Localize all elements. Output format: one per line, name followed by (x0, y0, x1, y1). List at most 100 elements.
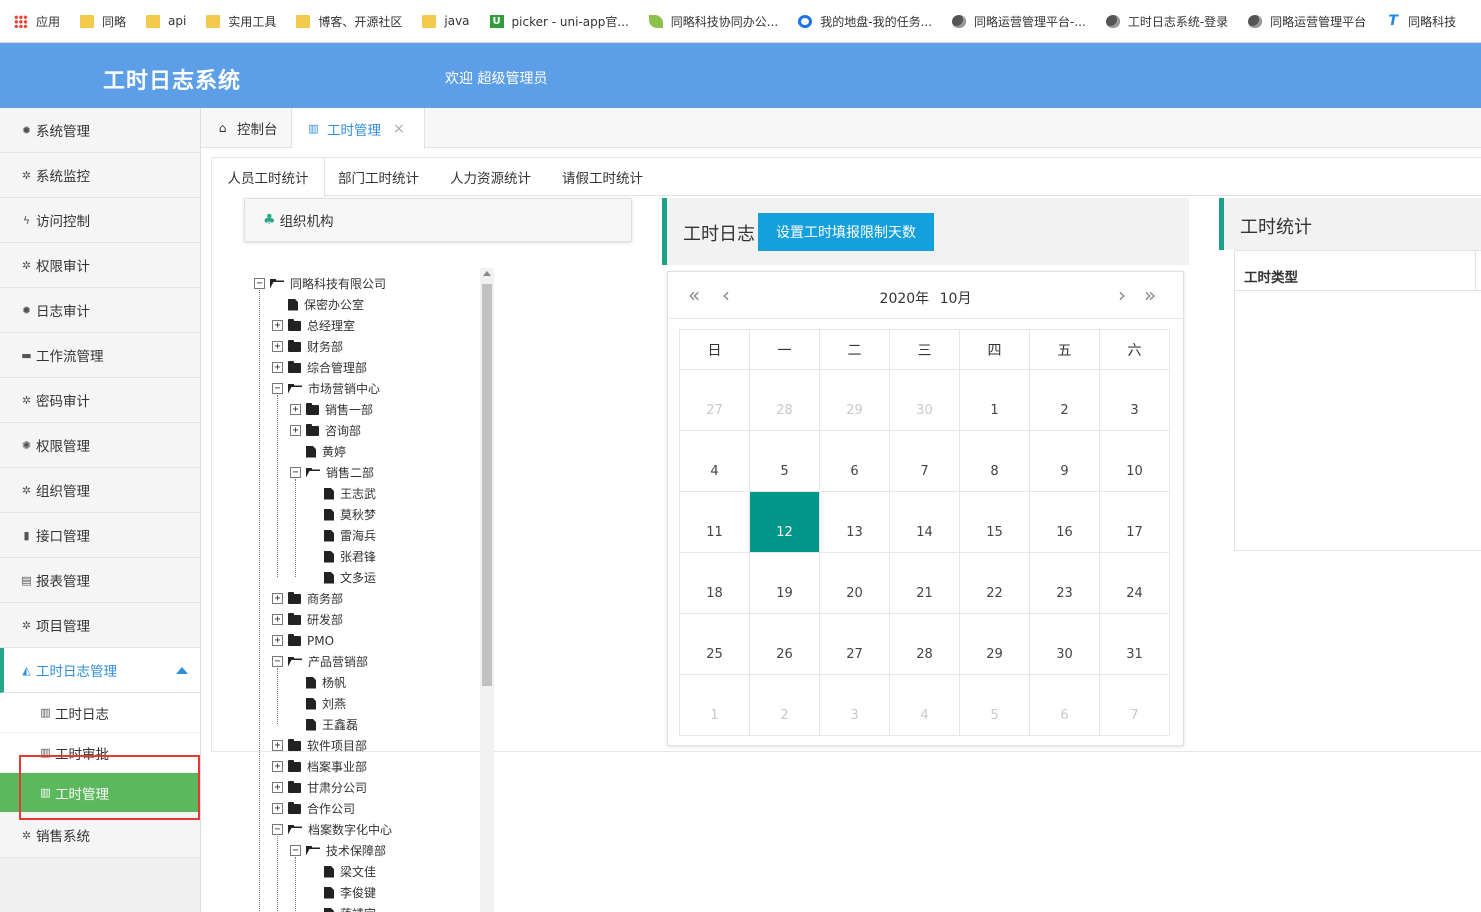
tree-node[interactable]: − 市场营销中心 (272, 378, 380, 399)
sidebar-item[interactable]: ✺ 权限管理 (0, 423, 200, 468)
calendar-year[interactable]: 2020年 (880, 291, 930, 307)
sidebar-item[interactable]: ▬ 工作流管理 (0, 333, 200, 378)
tree-node[interactable]: 莫秋梦 (308, 504, 376, 525)
calendar-day[interactable]: 20 (819, 552, 890, 614)
set-limit-days-button[interactable]: 设置工时填报限制天数 (758, 213, 934, 251)
tree-node[interactable]: 李俊键 (308, 882, 376, 903)
calendar-day[interactable]: 1 (959, 369, 1030, 431)
tree-node[interactable]: − 产品营销部 (272, 651, 368, 672)
expand-icon[interactable]: + (290, 404, 301, 415)
sidebar-item[interactable]: ϟ 访问控制 (0, 198, 200, 243)
calendar-day[interactable]: 28 (889, 613, 960, 675)
collapse-icon[interactable]: − (272, 383, 283, 394)
calendar-day[interactable]: 1 (679, 674, 750, 736)
tree-node[interactable]: 杨帆 (290, 672, 346, 693)
sidebar-item[interactable]: ▤ 报表管理 (0, 558, 200, 603)
sidebar-item[interactable]: ▮ 接口管理 (0, 513, 200, 558)
subtab-hr-stats[interactable]: 人力资源统计 (450, 158, 531, 196)
tree-node[interactable]: + 咨询部 (290, 420, 361, 441)
calendar-day[interactable]: 16 (1029, 491, 1100, 553)
tree-node[interactable]: 梁文佳 (308, 861, 376, 882)
calendar-day[interactable]: 6 (819, 430, 890, 492)
calendar-day[interactable]: 13 (819, 491, 890, 553)
tree-node[interactable]: + 财务部 (272, 336, 343, 357)
tree-node[interactable]: + 总经理室 (272, 315, 355, 336)
calendar-day[interactable]: 2 (1029, 369, 1100, 431)
calendar-day[interactable]: 4 (889, 674, 960, 736)
next-month-icon[interactable]: › (1118, 283, 1126, 307)
calendar-day[interactable]: 24 (1099, 552, 1170, 614)
calendar-day[interactable]: 30 (889, 369, 960, 431)
bookmark-item[interactable]: T 同略科技 (1386, 13, 1456, 30)
sidebar-subitem[interactable]: ▥ 工时审批 (0, 733, 200, 773)
calendar-day[interactable]: 28 (749, 369, 820, 431)
tree-node[interactable]: − 销售二部 (290, 462, 374, 483)
tree-node[interactable]: + 商务部 (272, 588, 343, 609)
next-year-icon[interactable]: » (1144, 283, 1156, 307)
expand-icon[interactable]: + (272, 614, 283, 625)
sidebar-item[interactable]: ✲ 系统监控 (0, 153, 200, 198)
tree-node[interactable]: − 同略科技有限公司 (254, 273, 386, 294)
calendar-day[interactable]: 21 (889, 552, 960, 614)
collapse-icon[interactable]: − (272, 824, 283, 835)
calendar-day[interactable]: 26 (749, 613, 820, 675)
bookmark-item[interactable]: 同略运营管理平台 (1248, 13, 1366, 30)
sidebar-item[interactable]: ✲ 项目管理 (0, 603, 200, 648)
calendar-day[interactable]: 11 (679, 491, 750, 553)
calendar-day[interactable]: 18 (679, 552, 750, 614)
tab-console[interactable]: ⌂ 控制台 (201, 108, 292, 148)
tree-node[interactable]: + 综合管理部 (272, 357, 367, 378)
calendar-day[interactable]: 14 (889, 491, 960, 553)
bookmark-item[interactable]: java (422, 14, 470, 28)
bookmark-item[interactable]: 工时日志系统-登录 (1105, 13, 1228, 30)
tree-node[interactable]: 雷海兵 (308, 525, 376, 546)
tree-node[interactable]: 张君锋 (308, 546, 376, 567)
tree-node[interactable]: + 软件项目部 (272, 735, 367, 756)
calendar-day[interactable]: 10 (1099, 430, 1170, 492)
close-tab-icon[interactable]: × (393, 121, 405, 137)
sidebar-item[interactable]: ✲ 权限审计 (0, 243, 200, 288)
collapse-icon[interactable]: − (290, 467, 301, 478)
calendar-day[interactable]: 25 (679, 613, 750, 675)
tree-node[interactable]: + 研发部 (272, 609, 343, 630)
subtab-dept-hours[interactable]: 部门工时统计 (338, 158, 419, 196)
collapse-icon[interactable]: − (254, 278, 265, 289)
tree-node[interactable]: 王鑫磊 (290, 714, 358, 735)
collapse-icon[interactable]: − (272, 656, 283, 667)
expand-icon[interactable]: + (290, 425, 301, 436)
bookmark-item[interactable]: 我的地盘-我的任务... (798, 13, 932, 30)
calendar-day[interactable]: 8 (959, 430, 1030, 492)
tree-node[interactable]: 黄婷 (290, 441, 346, 462)
expand-icon[interactable]: + (272, 362, 283, 373)
tab-manage[interactable]: ▥ 工时管理 × (292, 108, 425, 149)
bookmark-item[interactable]: 同略科技协同办公... (648, 13, 778, 30)
tree-node[interactable]: + 甘肃分公司 (272, 777, 367, 798)
calendar-day[interactable]: 31 (1099, 613, 1170, 675)
calendar-day[interactable]: 23 (1029, 552, 1100, 614)
bookmark-item[interactable]: Upicker - uni-app官... (489, 13, 629, 30)
calendar-day[interactable]: 29 (819, 369, 890, 431)
calendar-day[interactable]: 2 (749, 674, 820, 736)
sidebar-item[interactable]: ✲ 组织管理 (0, 468, 200, 513)
calendar-day[interactable]: 4 (679, 430, 750, 492)
calendar-day[interactable]: 5 (749, 430, 820, 492)
tree-scrollbar[interactable] (480, 268, 494, 912)
tree-node[interactable]: + 档案事业部 (272, 756, 367, 777)
calendar-day[interactable]: 7 (889, 430, 960, 492)
calendar-day[interactable]: 3 (1099, 369, 1170, 431)
sidebar-item-active[interactable]: ◭ 工时日志管理 (0, 648, 200, 693)
calendar-day[interactable]: 19 (749, 552, 820, 614)
calendar-day[interactable]: 6 (1029, 674, 1100, 736)
tree-node[interactable]: + 销售一部 (290, 399, 373, 420)
bookmark-item[interactable]: 同略 (80, 13, 126, 30)
tree-node[interactable]: + 合作公司 (272, 798, 355, 819)
expand-icon[interactable]: + (272, 341, 283, 352)
tree-node[interactable]: 保密办公室 (272, 294, 364, 315)
calendar-day[interactable]: 29 (959, 613, 1030, 675)
bookmark-item[interactable]: 同略运营管理平台-... (952, 13, 1086, 30)
expand-icon[interactable]: + (272, 593, 283, 604)
calendar-day[interactable]: 17 (1099, 491, 1170, 553)
calendar-day[interactable]: 9 (1029, 430, 1100, 492)
calendar-day-selected[interactable]: 12 (749, 491, 820, 553)
scroll-up-arrow-icon[interactable] (483, 271, 491, 276)
